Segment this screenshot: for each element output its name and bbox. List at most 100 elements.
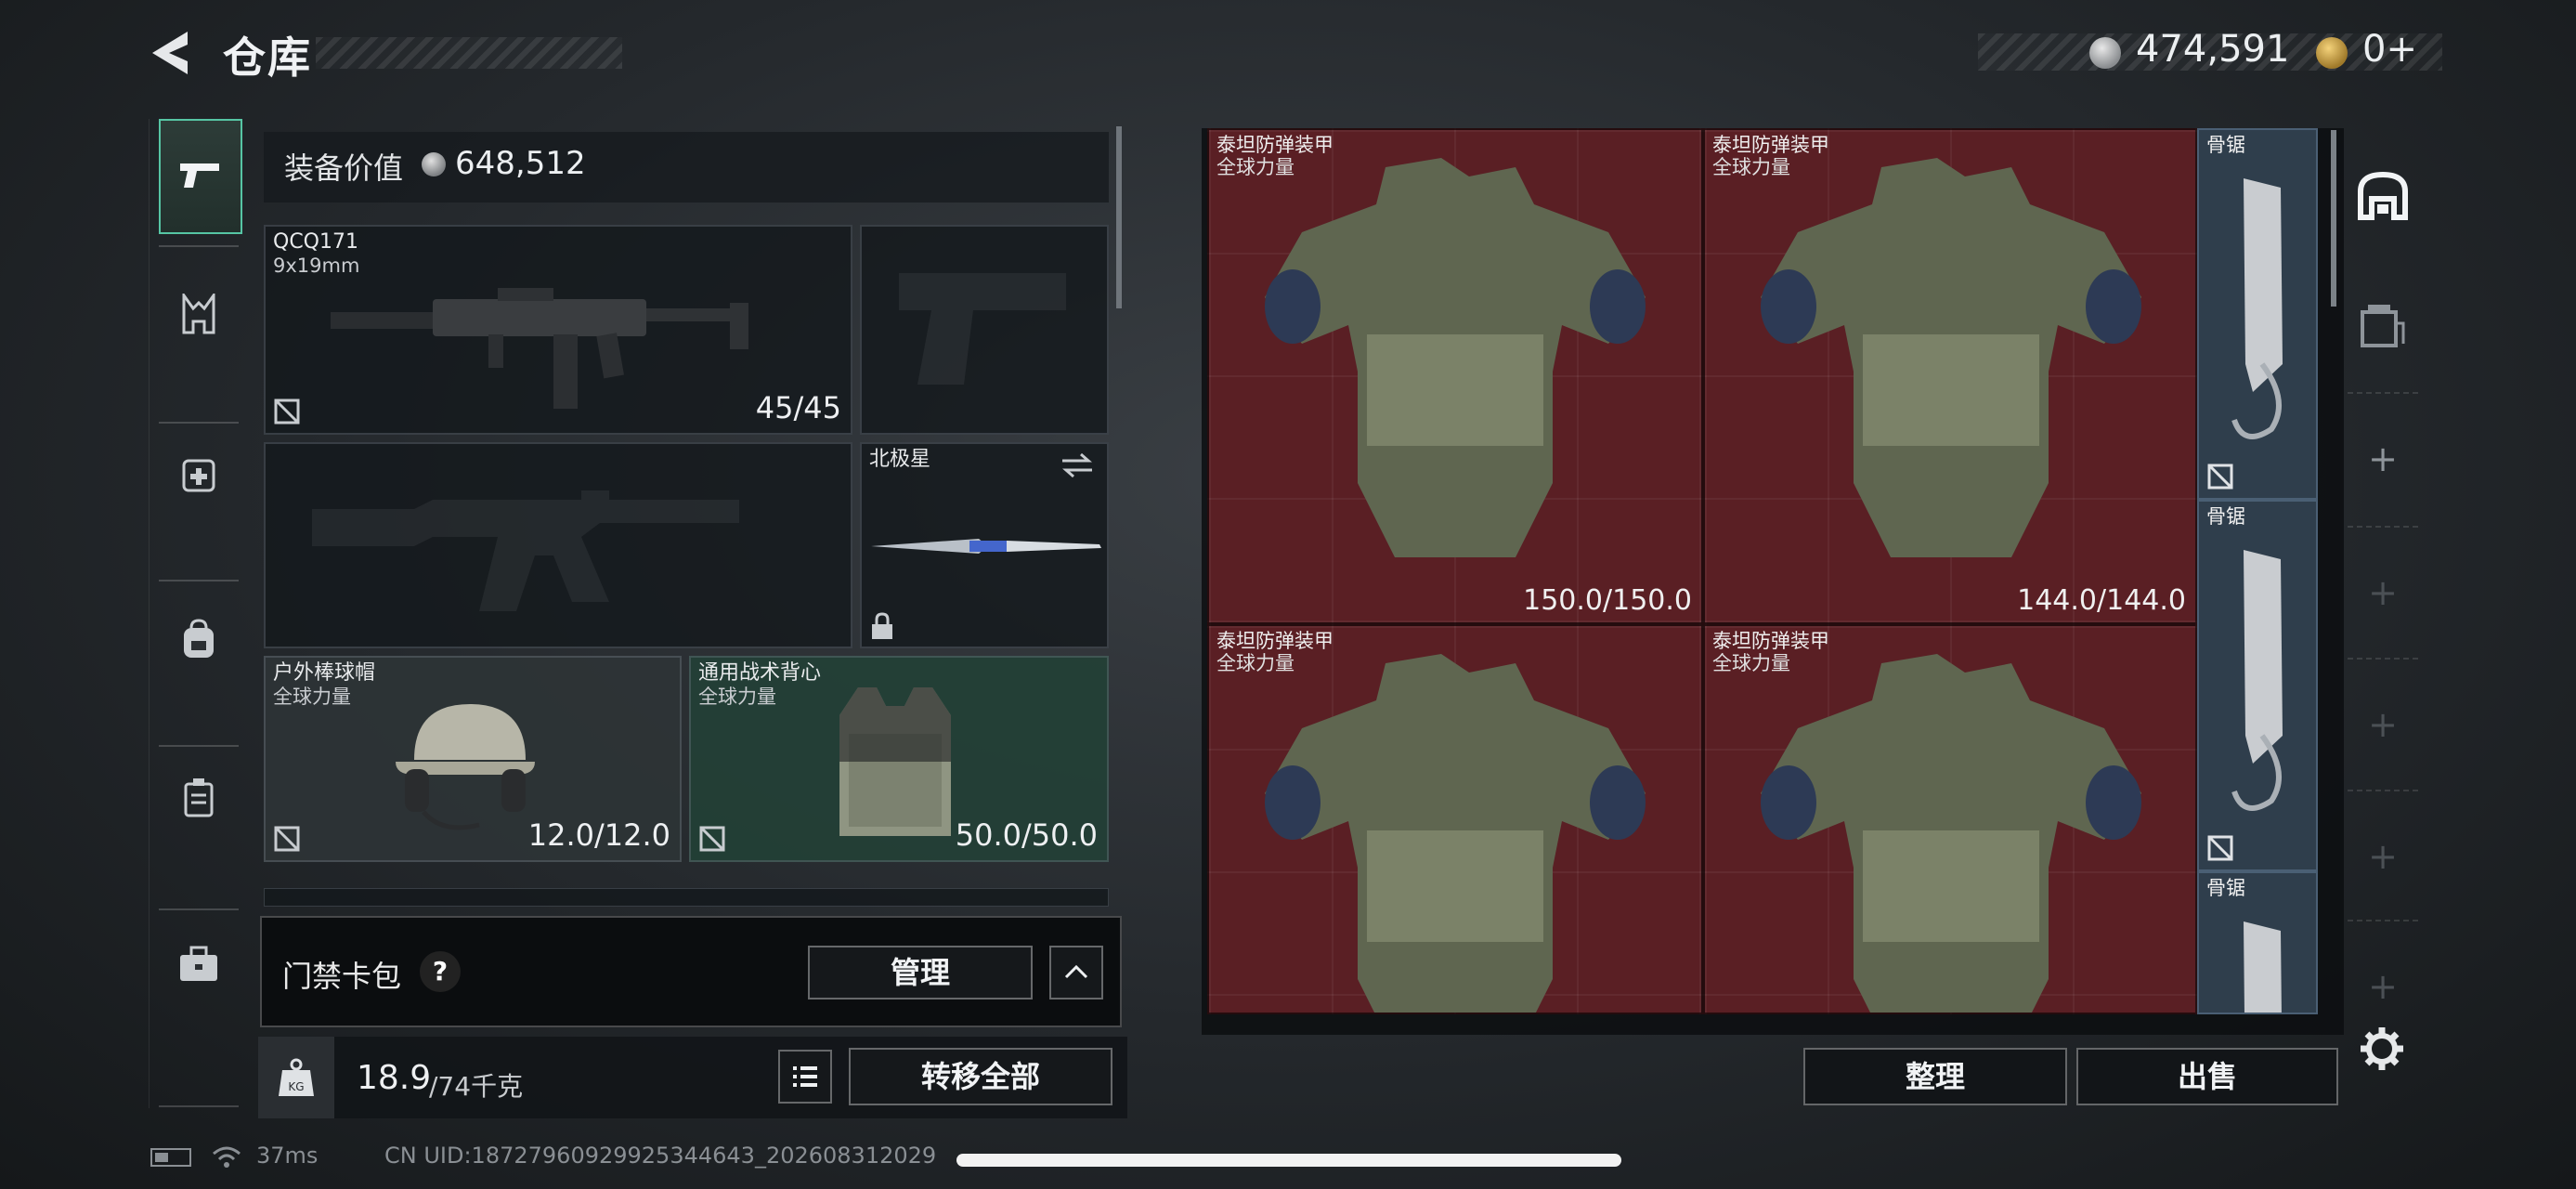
tab-medical[interactable] (159, 418, 239, 529)
sell-button[interactable]: 出售 (2076, 1048, 2338, 1105)
inventory-item[interactable]: 骨锯 (2197, 500, 2318, 871)
bone-saw-image (2231, 550, 2283, 811)
pistol-slot[interactable] (860, 225, 1109, 435)
inventory-scrollbar[interactable] (2331, 130, 2336, 307)
storage-tabs (2344, 128, 2418, 1011)
rail-divider (2348, 526, 2418, 528)
secondary-weapon-slot[interactable] (264, 442, 852, 648)
no-insure-icon (2207, 464, 2233, 490)
inventory-item[interactable]: 泰坦防弹装甲 全球力量 144.0/144.0 (1703, 128, 2197, 624)
item-durability: 144.0/144.0 (2017, 584, 2186, 617)
home-indicator[interactable] (956, 1154, 1621, 1167)
armor-image (1265, 158, 1646, 557)
keycard-label: 门禁卡包 (282, 959, 402, 994)
container-icon (184, 778, 214, 817)
rail-divider (2348, 658, 2418, 660)
loadout-scrollbar[interactable] (1116, 126, 1122, 308)
backpack-icon (184, 619, 214, 658)
armor-image (1761, 654, 2141, 1013)
armor-image (1761, 158, 2141, 557)
manage-button[interactable]: 管理 (808, 946, 1033, 1000)
equip-value: 648,512 (455, 145, 586, 182)
gold-coin-icon (2316, 37, 2348, 69)
inventory-item[interactable]: 泰坦防弹装甲 全球力量 (1207, 624, 1703, 1014)
storage-crate-icon[interactable] (2357, 299, 2409, 351)
transfer-all-button[interactable]: 转移全部 (849, 1048, 1112, 1105)
gear-icon[interactable] (2359, 1026, 2405, 1072)
primary-weapon-slot[interactable]: QCQ171 9x19mm 45/45 (264, 225, 852, 435)
lock-icon (872, 612, 892, 639)
next-slot-edge (264, 888, 1109, 907)
tab-backpack[interactable] (159, 583, 239, 695)
chest-rig-icon (182, 294, 215, 334)
svg-text:KG: KG (288, 1080, 304, 1093)
back-arrow-icon[interactable] (149, 28, 195, 78)
item-durability: 150.0/150.0 (1523, 584, 1692, 617)
armor-durability: 50.0/50.0 (955, 817, 1098, 853)
inventory-item[interactable]: 骨锯 (2197, 871, 2318, 1014)
item-name: 骨锯 (2206, 877, 2245, 899)
item-name: 骨锯 (2206, 505, 2245, 528)
weight-icon-box: KG (258, 1037, 334, 1118)
category-nav (149, 119, 252, 1108)
chevron-up-icon (1064, 964, 1088, 979)
item-name: 骨锯 (2206, 134, 2245, 156)
rail-divider (2348, 392, 2418, 394)
sort-button[interactable]: 整理 (1803, 1048, 2067, 1105)
tab-case[interactable] (159, 908, 239, 1020)
nav-divider (159, 580, 239, 581)
add-tab-plus-icon[interactable]: + (2366, 575, 2400, 610)
inventory-item[interactable]: 泰坦防弹装甲 全球力量 150.0/150.0 (1207, 128, 1703, 624)
helmet-brand: 全球力量 (273, 686, 351, 708)
tab-chest-rig[interactable] (159, 258, 239, 370)
armor-brand: 全球力量 (698, 686, 776, 708)
collapse-button[interactable] (1049, 946, 1103, 1000)
pistol-silhouette-icon (899, 273, 1066, 385)
weapon-name: QCQ171 (273, 230, 358, 254)
add-tab-plus-icon[interactable]: + (2366, 839, 2400, 874)
helmet-slot[interactable]: 户外棒球帽 全球力量 12.0/12.0 (264, 656, 682, 862)
no-insure-icon (274, 826, 300, 852)
coin-icon (422, 152, 446, 176)
armor-name: 通用战术背心 (698, 661, 822, 685)
tab-container[interactable] (159, 741, 239, 853)
smg-image (331, 288, 748, 409)
medkit-backpack-icon (182, 459, 215, 492)
briefcase-icon (180, 946, 217, 981)
no-insure-icon (2207, 835, 2233, 861)
add-tab-plus-icon[interactable]: + (2366, 707, 2400, 742)
rifle-silhouette-icon (312, 490, 739, 611)
weight-value: 18.9 (357, 1059, 432, 1097)
no-insure-icon (274, 399, 300, 425)
nav-divider (159, 245, 239, 247)
title-decoration (316, 37, 622, 69)
weight-icon: KG (279, 1058, 314, 1096)
rail-divider (2348, 790, 2418, 791)
weight-max: /74千克 (429, 1071, 524, 1102)
user-uid: CN UID:18727960929925344643_202608312029 (384, 1143, 937, 1169)
knife-image (871, 539, 1101, 554)
ping-value: 37ms (256, 1143, 319, 1169)
list-icon (793, 1066, 817, 1087)
armor-image (1265, 654, 1646, 1013)
helmet-durability: 12.0/12.0 (527, 817, 670, 853)
help-icon[interactable]: ? (420, 951, 461, 992)
bond-amount[interactable]: 0+ (2362, 28, 2417, 71)
money-amount: 474,591 (2136, 28, 2290, 71)
equip-value-label: 装备价值 (284, 150, 404, 186)
wifi-icon (213, 1146, 241, 1168)
list-view-button[interactable] (778, 1050, 832, 1104)
warehouse-home-icon[interactable] (2357, 171, 2409, 223)
inventory-item[interactable]: 骨锯 (2197, 128, 2318, 500)
add-tab-plus-icon[interactable]: + (2366, 441, 2400, 477)
melee-slot[interactable]: 北极星 (860, 442, 1109, 648)
inventory-item[interactable]: 泰坦防弹装甲 全球力量 (1703, 624, 2197, 1014)
vest-image (839, 687, 951, 836)
swap-icon[interactable] (1059, 451, 1096, 479)
battery-icon (150, 1148, 191, 1167)
armor-slot[interactable]: 通用战术背心 全球力量 50.0/50.0 (689, 656, 1109, 862)
silver-coin-icon (2089, 37, 2121, 69)
no-insure-icon (699, 826, 725, 852)
tab-weapons[interactable] (159, 119, 242, 234)
add-tab-plus-icon[interactable]: + (2366, 969, 2400, 1004)
